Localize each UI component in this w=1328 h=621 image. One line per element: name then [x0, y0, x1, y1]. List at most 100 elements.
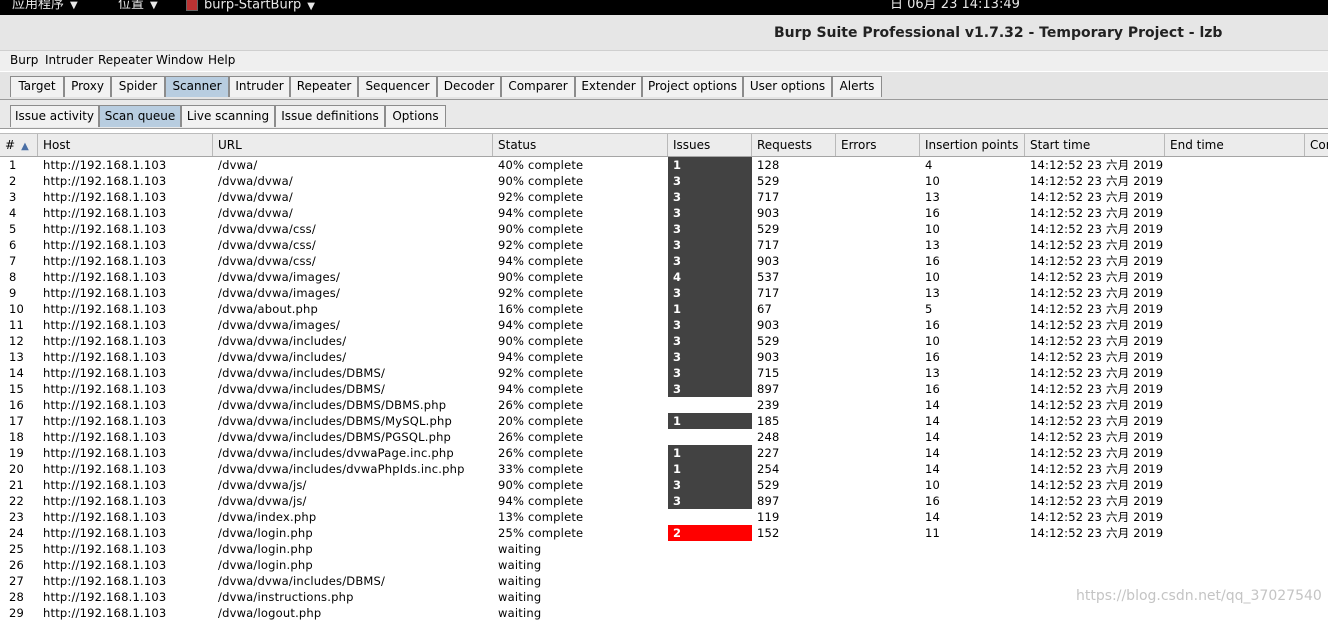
cell-issues-badge — [668, 397, 752, 413]
tab-repeater[interactable]: Repeater — [290, 76, 358, 97]
table-row[interactable]: 23 http://192.168.1.103/dvwa/index.php 13%… — [0, 509, 1328, 525]
column-header-requests[interactable]: Requests — [752, 134, 836, 156]
table-row[interactable]: 7 http://192.168.1.103/dvwa/dvwa/css/94% … — [0, 253, 1328, 269]
cell-requests: 529 — [757, 222, 780, 236]
tab-comparer[interactable]: Comparer — [501, 76, 575, 97]
tab-decoder[interactable]: Decoder — [437, 76, 501, 97]
tab-spider[interactable]: Spider — [111, 76, 165, 97]
tab-sequencer[interactable]: Sequencer — [358, 76, 437, 97]
tab-alerts[interactable]: Alerts — [832, 76, 882, 97]
table-row[interactable]: 18 http://192.168.1.103/dvwa/dvwa/include… — [0, 429, 1328, 445]
table-row[interactable]: 22 http://192.168.1.103/dvwa/dvwa/js/94% … — [0, 493, 1328, 509]
cell-url: /dvwa/dvwa/js/ — [218, 478, 307, 492]
cell-start: 14:12:52 23 六月 2019 — [1030, 318, 1163, 332]
cell-start: 14:12:52 23 六月 2019 — [1030, 494, 1163, 508]
cell-ins — [925, 605, 1023, 621]
tab-scan-queue[interactable]: Scan queue — [99, 105, 181, 127]
cell-start: 14:12:52 23 六月 2019 — [1030, 254, 1163, 268]
chevron-down-icon: ▼ — [150, 0, 158, 11]
cell-status: 90% complete — [498, 174, 584, 188]
cell-errors — [841, 173, 917, 189]
tab-intruder[interactable]: Intruder — [229, 76, 290, 97]
column-header-url[interactable]: URL — [213, 134, 493, 156]
menu-intruder[interactable]: Intruder — [45, 53, 93, 67]
tab-user-options[interactable]: User options — [743, 76, 832, 97]
menu-window[interactable]: Window — [156, 53, 203, 67]
table-row[interactable]: 14 http://192.168.1.103/dvwa/dvwa/include… — [0, 365, 1328, 381]
cell-ins: 13 — [925, 238, 941, 252]
tab-scanner[interactable]: Scanner — [165, 76, 229, 97]
table-row[interactable]: 29 http://192.168.1.103/dvwa/logout.php wa… — [0, 605, 1328, 621]
table-row[interactable]: 16 http://192.168.1.103/dvwa/dvwa/include… — [0, 397, 1328, 413]
places-menu[interactable]: 位置 ▼ — [118, 0, 158, 11]
table-row[interactable]: 1 http://192.168.1.103/dvwa/40% complete 1… — [0, 157, 1328, 173]
table-row[interactable]: 26 http://192.168.1.103/dvwa/login.php wai… — [0, 557, 1328, 573]
cell-requests: 715 — [757, 366, 780, 380]
table-row[interactable]: 17 http://192.168.1.103/dvwa/dvwa/include… — [0, 413, 1328, 429]
table-row[interactable]: 15 http://192.168.1.103/dvwa/dvwa/include… — [0, 381, 1328, 397]
table-row[interactable]: 8 http://192.168.1.103/dvwa/dvwa/images/9… — [0, 269, 1328, 285]
cell-errors — [841, 461, 917, 477]
cell-issues-badge — [668, 541, 752, 557]
cell-requests: 248 — [757, 430, 780, 444]
column-header-start-time[interactable]: Start time — [1025, 134, 1165, 156]
table-row[interactable]: 12 http://192.168.1.103/dvwa/dvwa/include… — [0, 333, 1328, 349]
cell-issues-badge: 3 — [668, 365, 752, 381]
column-header-status[interactable]: Status — [493, 134, 668, 156]
tab-project-options[interactable]: Project options — [642, 76, 743, 97]
tab-issue-activity[interactable]: Issue activity — [10, 105, 99, 127]
cell-host: http://192.168.1.103 — [43, 606, 167, 620]
chevron-down-icon: ▼ — [70, 0, 78, 11]
cell-start: 14:12:52 23 六月 2019 — [1030, 302, 1163, 316]
table-row[interactable]: 19 http://192.168.1.103/dvwa/dvwa/include… — [0, 445, 1328, 461]
column-header-insertion-points[interactable]: Insertion points — [920, 134, 1025, 156]
table-row[interactable]: 20 http://192.168.1.103/dvwa/dvwa/include… — [0, 461, 1328, 477]
cell-errors — [841, 269, 917, 285]
table-row[interactable]: 5 http://192.168.1.103/dvwa/dvwa/css/90% … — [0, 221, 1328, 237]
column-header-issues[interactable]: Issues — [668, 134, 752, 156]
tab-extender[interactable]: Extender — [575, 76, 642, 97]
column-header-host[interactable]: Host — [38, 134, 213, 156]
cell-errors — [841, 253, 917, 269]
cell-n: 9 — [9, 286, 17, 300]
tab-target[interactable]: Target — [10, 76, 64, 97]
menu-burp[interactable]: Burp — [10, 53, 38, 67]
active-window-menu[interactable]: burp-StartBurp ▼ — [186, 0, 315, 12]
table-row[interactable]: 27 http://192.168.1.103/dvwa/dvwa/include… — [0, 573, 1328, 589]
table-row[interactable]: 13 http://192.168.1.103/dvwa/dvwa/include… — [0, 349, 1328, 365]
column-header-end-time[interactable]: End time — [1165, 134, 1305, 156]
table-row[interactable]: 2 http://192.168.1.103/dvwa/dvwa/90% comp… — [0, 173, 1328, 189]
cell-ins: 11 — [925, 526, 941, 540]
cell-n: 10 — [9, 302, 25, 316]
cell-n: 6 — [9, 238, 17, 252]
table-row[interactable]: 24 http://192.168.1.103/dvwa/login.php 25%… — [0, 525, 1328, 541]
cell-status: 90% complete — [498, 270, 584, 284]
cell-n: 11 — [9, 318, 25, 332]
system-clock[interactable]: 日 06月 23 14:13:49 — [890, 0, 1020, 11]
cell-requests: 717 — [757, 286, 780, 300]
column-header-number[interactable]: # ▲ — [0, 134, 38, 156]
cell-host: http://192.168.1.103 — [43, 302, 167, 316]
table-row[interactable]: 11 http://192.168.1.103/dvwa/dvwa/images/… — [0, 317, 1328, 333]
column-header-cor[interactable]: Cor — [1305, 134, 1328, 156]
table-row[interactable]: 3 http://192.168.1.103/dvwa/dvwa/92% comp… — [0, 189, 1328, 205]
cell-host: http://192.168.1.103 — [43, 478, 167, 492]
cell-issues-badge: 1 — [668, 461, 752, 477]
tab-live-scanning[interactable]: Live scanning — [181, 105, 275, 127]
table-row[interactable]: 10 http://192.168.1.103/dvwa/about.php 16%… — [0, 301, 1328, 317]
tab-options[interactable]: Options — [385, 105, 446, 127]
tab-proxy[interactable]: Proxy — [64, 76, 111, 97]
applications-menu[interactable]: 应用程序 ▼ — [12, 0, 78, 11]
menu-repeater[interactable]: Repeater — [98, 53, 153, 67]
table-row[interactable]: 21 http://192.168.1.103/dvwa/dvwa/js/90% … — [0, 477, 1328, 493]
table-row[interactable]: 6 http://192.168.1.103/dvwa/dvwa/css/92% … — [0, 237, 1328, 253]
table-row[interactable]: 25 http://192.168.1.103/dvwa/login.php wai… — [0, 541, 1328, 557]
cell-ins: 14 — [925, 430, 941, 444]
table-row[interactable]: 4 http://192.168.1.103/dvwa/dvwa/94% comp… — [0, 205, 1328, 221]
cell-errors — [841, 493, 917, 509]
column-header-errors[interactable]: Errors — [836, 134, 920, 156]
tab-issue-definitions[interactable]: Issue definitions — [275, 105, 385, 127]
table-row[interactable]: 9 http://192.168.1.103/dvwa/dvwa/images/9… — [0, 285, 1328, 301]
cell-url: /dvwa/dvwa/includes/DBMS/PGSQL.php — [218, 430, 452, 444]
menu-help[interactable]: Help — [208, 53, 235, 67]
